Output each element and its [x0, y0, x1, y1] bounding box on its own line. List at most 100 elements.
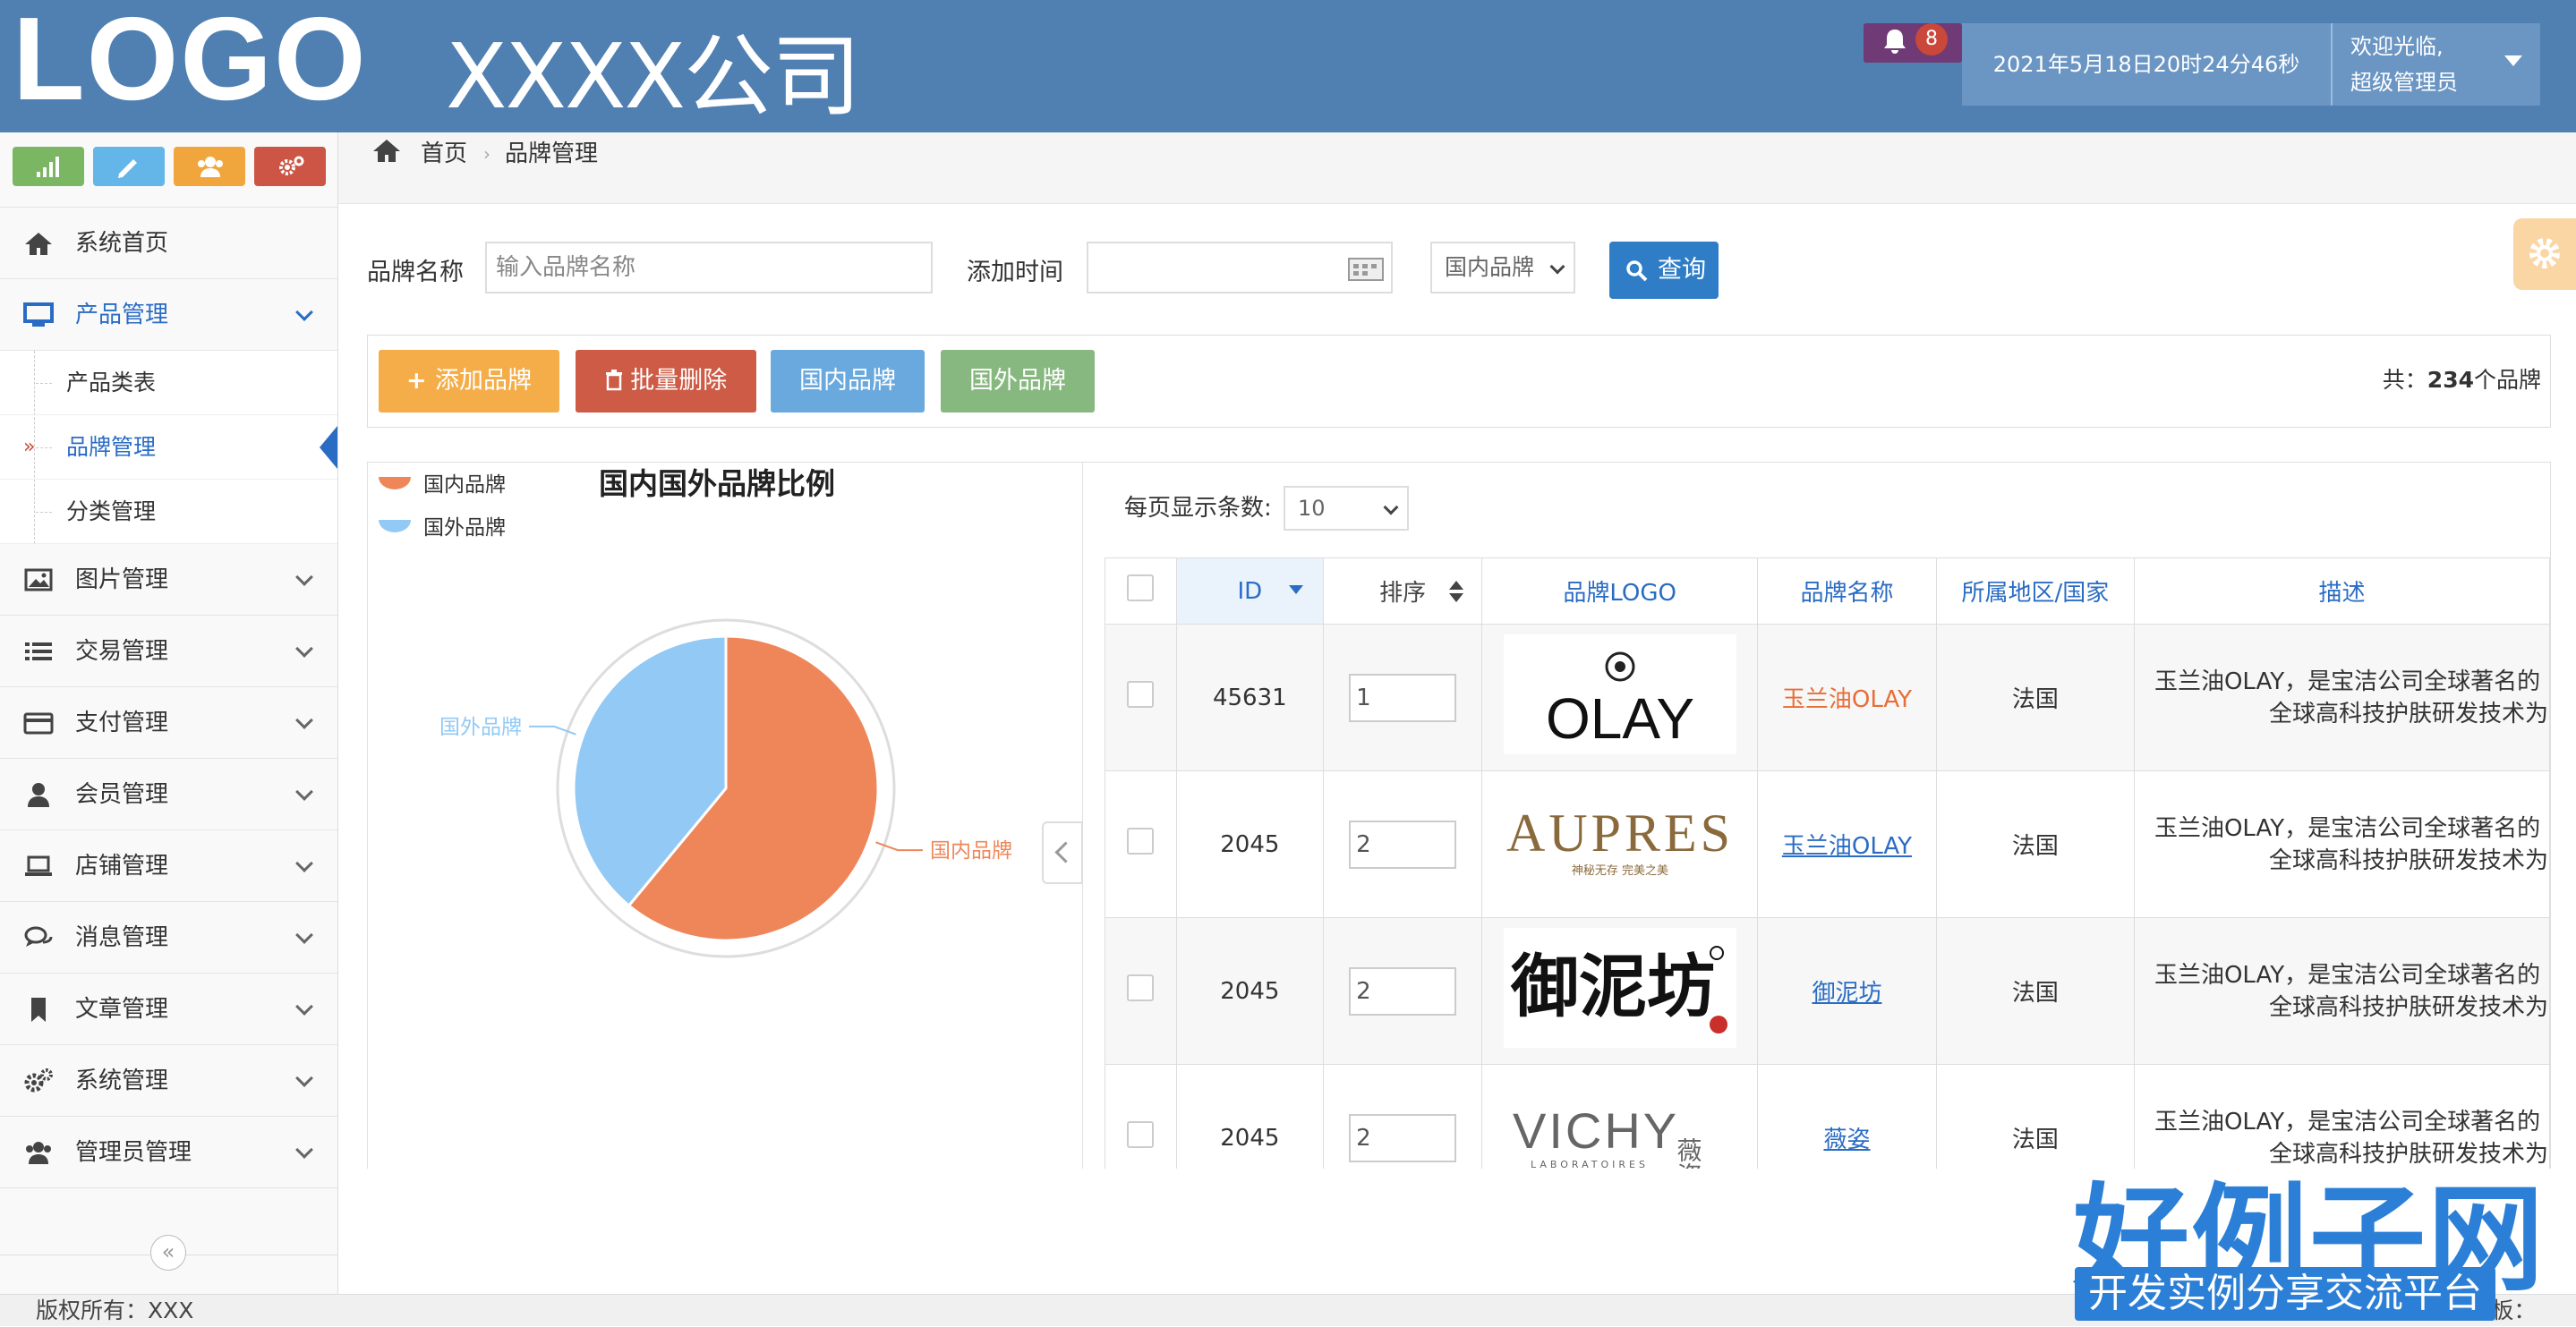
sidebar-item-pictures[interactable]: 图片管理	[0, 544, 337, 616]
row-checkbox[interactable]	[1127, 681, 1155, 708]
chart-collapse-button[interactable]	[1042, 821, 1083, 884]
shortcut-edit-button[interactable]	[93, 147, 165, 186]
per-page-select[interactable]: 10	[1284, 486, 1409, 531]
add-brand-button[interactable]: + 添加品牌	[379, 350, 559, 413]
order-input[interactable]: 2	[1349, 1113, 1457, 1162]
query-button[interactable]: 查询	[1609, 242, 1719, 299]
shortcut-stats-button[interactable]	[13, 147, 84, 186]
user-menu[interactable]: 欢迎光临, 超级管理员	[2331, 23, 2540, 106]
row-select-cell	[1105, 770, 1177, 918]
copyright-text: 版权所有：XXX	[36, 1297, 194, 1323]
sidebar-item-home[interactable]: 系统首页	[0, 208, 337, 279]
sidebar-subitem-label: 品牌管理	[66, 434, 157, 460]
logo-text: VICHY	[1513, 1102, 1679, 1159]
brand-name-link[interactable]: 御泥坊	[1812, 980, 1881, 1007]
brand-logo: VICHY 薇姿 LABORATOIRES	[1503, 1075, 1736, 1169]
aupres-logo-image: AUPRES神秘无存 完美之美	[1506, 804, 1730, 878]
users-icon	[26, 1142, 51, 1164]
column-header-name: 品牌名称	[1757, 557, 1937, 625]
row-checkbox[interactable]	[1127, 974, 1155, 1001]
brand-name-link[interactable]: 玉兰油OLAY	[1782, 833, 1912, 860]
sidebar-item-product[interactable]: 产品管理	[0, 279, 337, 351]
sidebar-subitem-label: 分类管理	[66, 498, 157, 524]
caret-down-icon	[2504, 55, 2522, 66]
olay-logo-image: OLAY	[1546, 651, 1694, 751]
sidebar-item-label: 消息管理	[75, 924, 169, 951]
column-header-label: ID	[1237, 577, 1263, 605]
row-name-cell: 御泥坊	[1757, 917, 1937, 1065]
gear-icon	[2529, 238, 2560, 268]
chevron-down-icon	[295, 783, 313, 801]
current-datetime: 2021年5月18日20时24分46秒	[1962, 23, 2331, 106]
order-input[interactable]: 2	[1349, 820, 1457, 869]
brand-ratio-pie-chart: 国内国外品牌比例 国内品牌国外品牌 国内品牌国外品牌	[379, 466, 1012, 958]
brand-name-link[interactable]: 玉兰油OLAY	[1782, 686, 1912, 713]
column-header-order[interactable]: 排序	[1322, 557, 1483, 625]
table-row: 2045 2 御泥坊 御泥坊 法国 玉兰油OLAY，是宝洁公司全球著名的 全球高科…	[1105, 917, 2550, 1065]
sidebar-item-trade[interactable]: 交易管理	[0, 616, 337, 687]
list-icon	[25, 642, 52, 660]
sidebar-item-system[interactable]: 系统管理	[0, 1045, 337, 1117]
batch-delete-button[interactable]: 批量删除	[576, 350, 756, 413]
calendar-icon	[1348, 258, 1384, 281]
chevron-down-icon	[1549, 259, 1565, 275]
foreign-brand-button[interactable]: 国外品牌	[941, 350, 1095, 413]
sidebar-item-label: 交易管理	[75, 638, 169, 665]
sidebar-item-messages[interactable]: 消息管理	[0, 902, 337, 974]
sidebar-item-label: 系统首页	[75, 230, 169, 257]
row-order-cell: 2	[1322, 1064, 1483, 1169]
notification-button[interactable]: 8	[1864, 23, 1962, 63]
breadcrumb-home-link[interactable]: 首页	[421, 132, 467, 175]
signal-icon	[37, 157, 59, 177]
comments-icon	[24, 926, 53, 947]
sidebar-subitem-category[interactable]: 分类管理	[0, 480, 337, 544]
legend-label: 国外品牌	[423, 516, 506, 540]
sidebar-item-admins[interactable]: 管理员管理	[0, 1117, 337, 1188]
select-all-checkbox[interactable]	[1127, 574, 1155, 601]
sidebar-subitem-product-list[interactable]: 产品类表	[0, 351, 337, 415]
domestic-brand-button[interactable]: 国内品牌	[771, 350, 925, 413]
desc-line: 玉兰油OLAY，是宝洁公司全球著名的	[2154, 668, 2541, 695]
legend-item[interactable]: 国内品牌	[379, 473, 506, 497]
row-name-cell: 玉兰油OLAY	[1757, 770, 1937, 918]
users-icon	[198, 157, 223, 177]
order-input[interactable]: 2	[1349, 966, 1457, 1016]
row-id: 2045	[1175, 917, 1324, 1065]
brand-logo: 御泥坊	[1503, 928, 1736, 1048]
chevron-down-icon	[295, 1069, 313, 1087]
shortcut-users-button[interactable]	[174, 147, 245, 186]
sidebar-item-payment[interactable]: 支付管理	[0, 687, 337, 759]
add-time-input[interactable]	[1087, 242, 1393, 293]
column-header-logo: 品牌LOGO	[1481, 557, 1759, 625]
chevron-down-icon	[295, 711, 313, 729]
sidebar-item-members[interactable]: 会员管理	[0, 759, 337, 830]
row-checkbox[interactable]	[1127, 1121, 1155, 1148]
brand-name-link[interactable]: 薇姿	[1823, 1127, 1870, 1153]
row-select-cell	[1105, 1064, 1177, 1169]
brand-name-input[interactable]: 输入品牌名称	[485, 242, 933, 293]
settings-panel-toggle[interactable]	[2513, 218, 2576, 290]
chevron-down-icon	[295, 640, 313, 658]
search-icon	[1626, 260, 1648, 282]
sidebar-collapse-button[interactable]: «	[150, 1235, 186, 1271]
row-name-cell: 薇姿	[1757, 1064, 1937, 1169]
sidebar-item-articles[interactable]: 文章管理	[0, 974, 337, 1045]
order-input[interactable]: 1	[1349, 673, 1457, 722]
brand-type-select[interactable]: 国内品牌	[1430, 242, 1575, 293]
sidebar-subitem-brand[interactable]: » 品牌管理	[0, 415, 337, 480]
trash-icon	[605, 370, 622, 391]
batch-delete-label: 批量删除	[630, 367, 728, 395]
row-checkbox[interactable]	[1127, 828, 1155, 855]
row-desc: 玉兰油OLAY，是宝洁公司全球著名的全球高科技护肤研发技术为	[2133, 624, 2550, 771]
row-logo-cell: 御泥坊	[1481, 917, 1759, 1065]
desc-line: 全球高科技护肤研发技术为	[2268, 700, 2548, 727]
table-header-row: ID 排序 品牌LOGO 品牌名称 所属地区/国家 描述	[1105, 557, 2550, 625]
shortcut-settings-button[interactable]	[254, 147, 326, 186]
laptop-icon	[25, 855, 52, 876]
sidebar-item-shops[interactable]: 店铺管理	[0, 830, 337, 902]
select-all-cell	[1105, 557, 1177, 625]
desc-line: 玉兰油OLAY，是宝洁公司全球著名的	[2154, 1108, 2541, 1136]
legend-item[interactable]: 国外品牌	[379, 516, 506, 540]
column-header-id[interactable]: ID	[1175, 557, 1324, 625]
product-submenu: 产品类表 » 品牌管理 分类管理	[0, 351, 337, 544]
